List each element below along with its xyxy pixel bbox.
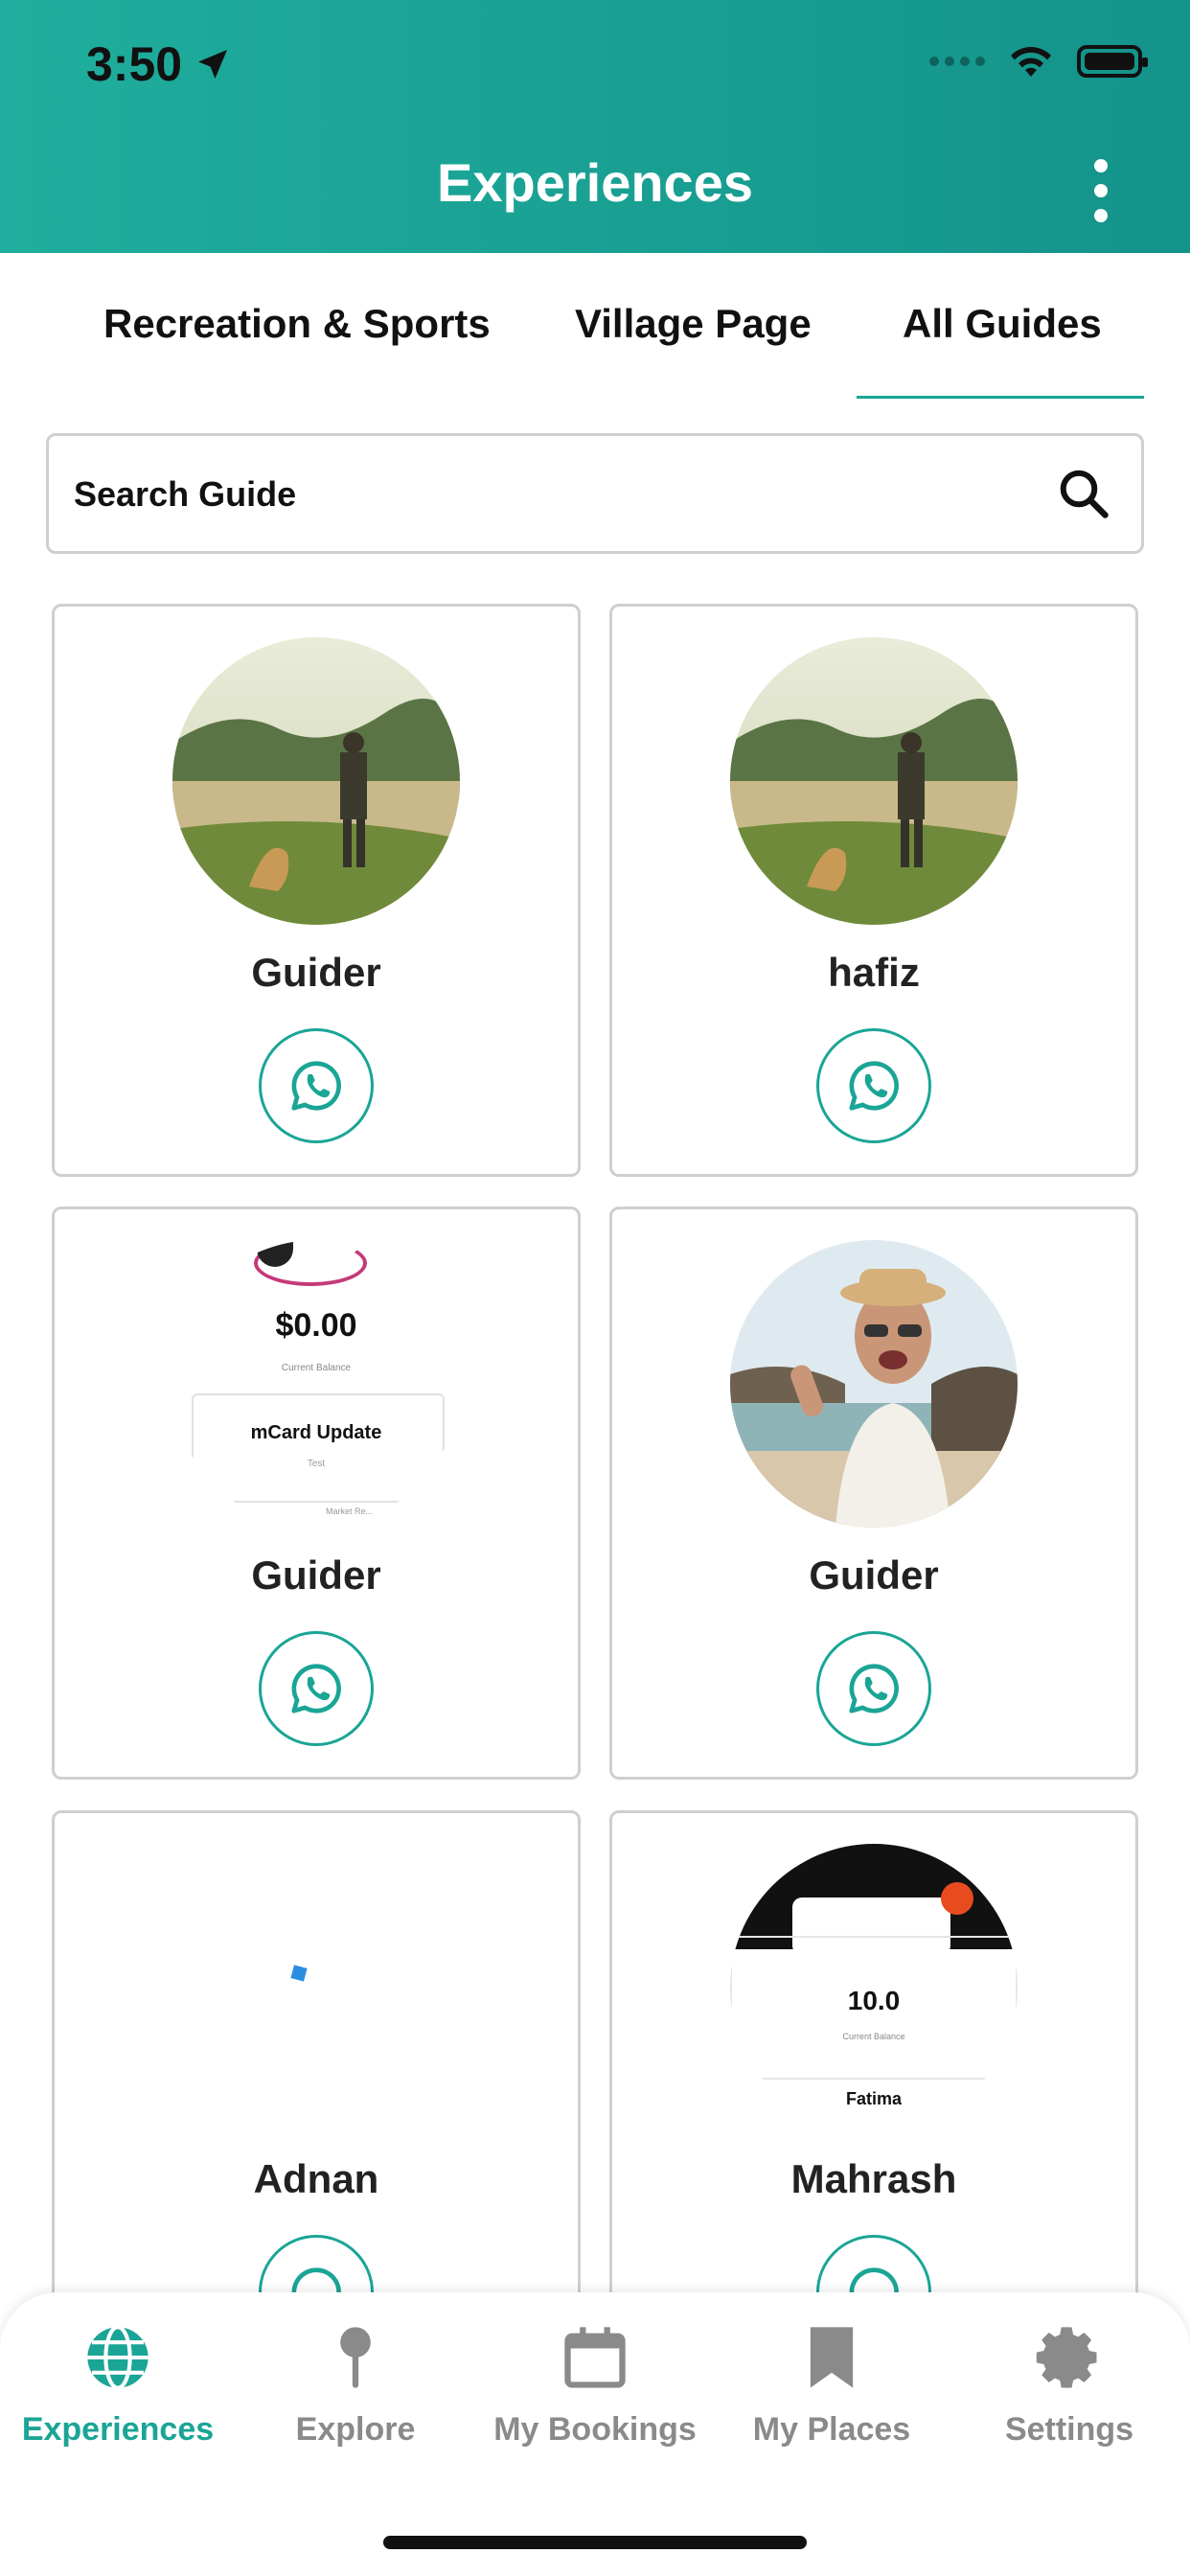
- guide-card[interactable]: Guider: [52, 604, 581, 1177]
- guide-avatar: [172, 1844, 460, 2131]
- guide-name: Guider: [251, 950, 381, 995]
- gear-icon: [1036, 2327, 1097, 2388]
- whatsapp-icon: [291, 1664, 341, 1714]
- guide-card[interactable]: Guider: [609, 1207, 1138, 1780]
- nav-my-bookings-label: My Bookings: [493, 2411, 697, 2448]
- status-indicators: [929, 42, 1148, 80]
- nav-experiences[interactable]: Experiences: [3, 2321, 233, 2449]
- active-tab-indicator: [857, 396, 1144, 399]
- nav-experiences-label: Experiences: [21, 2411, 215, 2448]
- screenshot-amount: 10.0: [847, 1986, 901, 2015]
- calendar-icon: [564, 2327, 626, 2388]
- whatsapp-button[interactable]: [816, 1631, 931, 1746]
- screenshot-amount: $0.00: [275, 1307, 357, 1344]
- guide-avatar: [730, 637, 1018, 925]
- whatsapp-icon: [849, 1664, 899, 1714]
- nav-explore-label: Explore: [295, 2411, 416, 2448]
- screenshot-card-sub: Test: [307, 1459, 326, 1469]
- tab-recreation-sports[interactable]: Recreation & Sports: [103, 301, 491, 347]
- whatsapp-button[interactable]: [259, 1631, 374, 1746]
- status-time-text: 3:50: [86, 37, 183, 91]
- nav-my-bookings[interactable]: My Bookings: [480, 2321, 710, 2449]
- search-icon[interactable]: [1055, 465, 1112, 522]
- cellular-signal-icon: [929, 57, 985, 66]
- guide-name: Adnan: [253, 2156, 379, 2201]
- bookmark-icon: [810, 2327, 854, 2388]
- home-indicator: [383, 2536, 807, 2549]
- guide-name: Guider: [809, 1552, 939, 1598]
- guide-name: hafiz: [828, 950, 920, 995]
- guide-card[interactable]: $0.00 Current Balance mCard Update Test …: [52, 1207, 581, 1780]
- page-title: Experiences: [437, 152, 753, 213]
- guide-avatar: $0.00 Current Balance mCard Update Test …: [172, 1240, 460, 1528]
- nav-settings-label: Settings: [1004, 2411, 1134, 2448]
- screenshot-caption: Current Balance: [281, 1363, 352, 1373]
- screenshot-card-title: mCard Update: [250, 1422, 382, 1443]
- tab-all-guides[interactable]: All Guides: [903, 301, 1102, 347]
- guide-avatar: [172, 637, 460, 925]
- bottom-navigation: Experiences Explore My Bookings My Place…: [0, 2292, 1190, 2576]
- nav-my-places-label: My Places: [752, 2411, 911, 2448]
- status-time: 3:50: [86, 36, 232, 92]
- screenshot-caption: Current Balance: [842, 2032, 905, 2041]
- whatsapp-button[interactable]: [259, 1028, 374, 1143]
- search-input[interactable]: [72, 436, 1015, 553]
- more-options-icon[interactable]: [1094, 159, 1108, 222]
- location-arrow-icon: [198, 50, 228, 79]
- guide-avatar: [730, 1240, 1018, 1528]
- whatsapp-icon: [291, 1061, 341, 1111]
- nav-explore[interactable]: Explore: [240, 2321, 470, 2449]
- search-box: [46, 433, 1144, 554]
- whatsapp-button[interactable]: [816, 1028, 931, 1143]
- screenshot-footer: Market Re...: [326, 1506, 374, 1516]
- guide-name: Mahrash: [790, 2156, 957, 2201]
- pin-icon: [340, 2327, 371, 2388]
- tab-village-page[interactable]: Village Page: [575, 301, 812, 347]
- nav-my-places[interactable]: My Places: [717, 2321, 947, 2449]
- guide-avatar: 10.0 Current Balance Fatima: [730, 1844, 1018, 2131]
- wifi-icon: [1011, 47, 1051, 77]
- guide-name: Guider: [251, 1552, 381, 1598]
- globe-icon: [87, 2325, 149, 2390]
- whatsapp-icon: [849, 1061, 899, 1111]
- guide-card[interactable]: hafiz: [609, 604, 1138, 1177]
- screenshot-name: Fatima: [845, 2089, 903, 2108]
- tab-bar: Recreation & Sports Village Page All Gui…: [0, 253, 1190, 404]
- header-bar: 3:50 Experiences: [0, 0, 1190, 253]
- nav-settings[interactable]: Settings: [954, 2321, 1184, 2449]
- battery-icon: [1077, 45, 1148, 78]
